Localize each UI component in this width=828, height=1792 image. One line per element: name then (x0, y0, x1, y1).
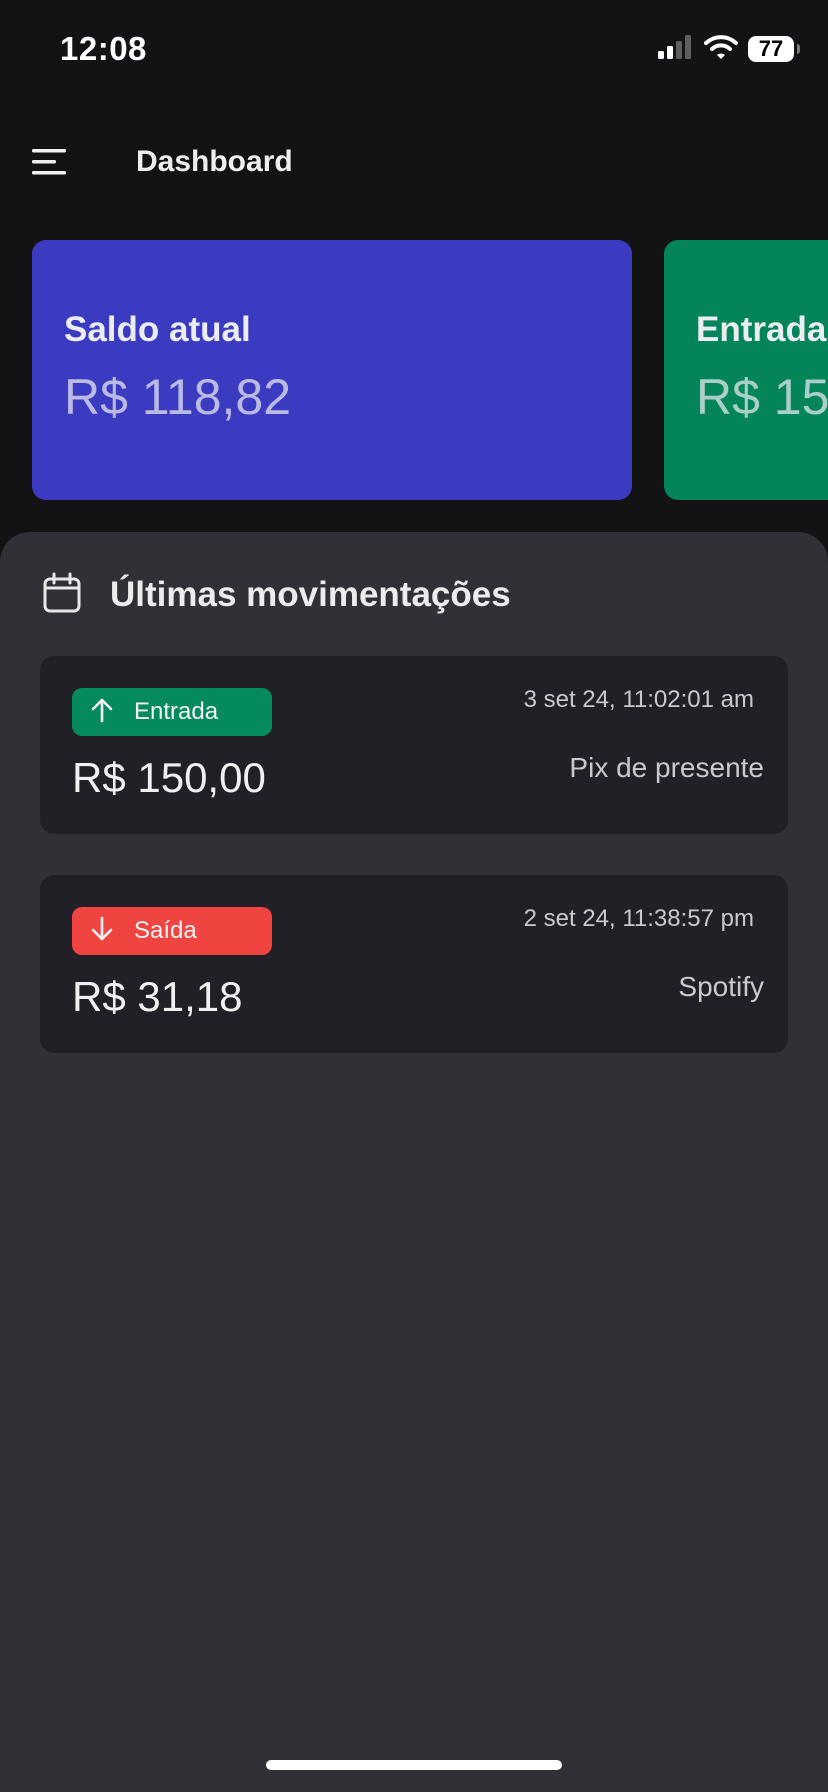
transaction-card[interactable]: Entrada 3 set 24, 11:02:01 am R$ 150,00 … (40, 656, 788, 834)
arrow-down-icon (90, 916, 114, 947)
transaction-amount: R$ 150,00 (72, 754, 266, 801)
transaction-type-badge: Entrada (72, 688, 272, 736)
cellular-signal-icon (658, 34, 694, 64)
dashboard-screen: 12:08 77 Dashboard Saldo atual R$ 118,82… (0, 0, 828, 1792)
app-header: Dashboard (0, 128, 828, 198)
recent-movements-sheet: Últimas movimentações Entrada 3 set 24, … (0, 532, 828, 1792)
transaction-type-badge: Saída (72, 907, 272, 955)
balance-card-label: Saldo atual (64, 310, 251, 349)
income-card-label: Entrada (696, 310, 827, 349)
recent-movements-header: Últimas movimentações (42, 570, 511, 620)
wifi-icon (704, 34, 738, 65)
balance-card-value: R$ 118,82 (64, 369, 292, 425)
transaction-date: 3 set 24, 11:02:01 am (523, 686, 754, 713)
battery-indicator: 77 (748, 36, 800, 62)
status-time: 12:08 (60, 30, 147, 67)
hamburger-menu-icon[interactable] (30, 146, 70, 178)
transaction-card[interactable]: Saída 2 set 24, 11:38:57 pm R$ 31,18 Spo… (40, 875, 788, 1053)
transaction-type-label: Entrada (134, 698, 219, 725)
balance-card[interactable]: Saldo atual R$ 118,82 (32, 240, 632, 500)
arrow-up-icon (90, 697, 114, 728)
recent-movements-title: Últimas movimentações (110, 575, 511, 614)
transaction-description: Pix de presente (569, 752, 764, 783)
income-card[interactable]: Entrada R$ 150,00 (664, 240, 828, 500)
transaction-amount: R$ 31,18 (72, 973, 243, 1020)
calendar-icon (42, 572, 82, 619)
page-title: Dashboard (136, 145, 293, 178)
transaction-description: Spotify (678, 971, 764, 1002)
transaction-type-label: Saída (134, 917, 197, 944)
status-indicators: 77 (658, 34, 800, 65)
status-bar: 12:08 77 (0, 0, 828, 100)
home-indicator[interactable] (266, 1760, 562, 1770)
transaction-date: 2 set 24, 11:38:57 pm (523, 905, 754, 932)
income-card-value: R$ 150,00 (696, 369, 828, 425)
summary-cards-carousel[interactable]: Saldo atual R$ 118,82 Entrada R$ 150,00 (0, 240, 828, 500)
